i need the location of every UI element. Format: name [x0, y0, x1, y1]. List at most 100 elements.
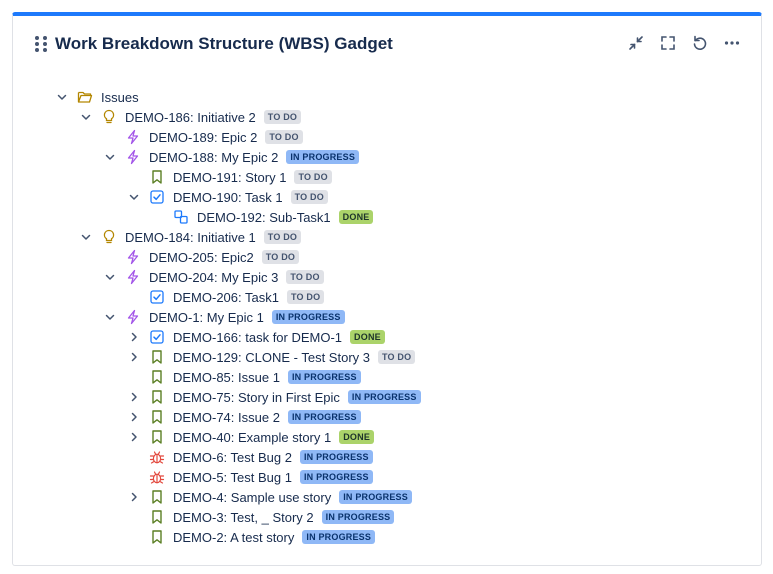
- status-badge: IN PROGRESS: [339, 490, 412, 504]
- status-badge: TO DO: [378, 350, 416, 364]
- story-icon: [149, 369, 165, 385]
- tree-item-label[interactable]: DEMO-184: Initiative 1: [125, 230, 256, 245]
- status-badge: IN PROGRESS: [302, 530, 376, 544]
- tree-row[interactable]: DEMO-3: Test, _ Story 2 IN PROGRESS: [127, 507, 395, 527]
- story-icon: [149, 409, 165, 425]
- task-icon: [149, 189, 165, 205]
- tree-item-label[interactable]: DEMO-190: Task 1: [173, 190, 283, 205]
- tree-row[interactable]: DEMO-75: Story in First Epic IN PROGRESS: [127, 387, 421, 407]
- tree-item-label[interactable]: DEMO-40: Example story 1: [173, 430, 331, 445]
- epic-icon: [125, 149, 141, 165]
- tree-row[interactable]: DEMO-188: My Epic 2 IN PROGRESS: [103, 147, 360, 167]
- status-badge: DONE: [338, 210, 374, 224]
- tree-row[interactable]: DEMO-192: Sub-Task1 DONE: [151, 207, 374, 227]
- tree-row[interactable]: DEMO-74: Issue 2 IN PROGRESS: [127, 407, 361, 427]
- chevron-right-icon[interactable]: [127, 390, 141, 404]
- status-badge: TO DO: [261, 250, 300, 264]
- status-badge: IN PROGRESS: [271, 310, 345, 324]
- tree-row[interactable]: DEMO-205: Epic2 TO DO: [103, 247, 300, 267]
- chevron-down-icon[interactable]: [103, 150, 117, 164]
- status-badge: IN PROGRESS: [299, 470, 373, 484]
- tree-item-label[interactable]: DEMO-4: Sample use story: [173, 490, 331, 505]
- chevron-down-icon[interactable]: [103, 310, 117, 324]
- status-badge: TO DO: [286, 270, 324, 284]
- tree-row[interactable]: DEMO-1: My Epic 1 IN PROGRESS: [103, 307, 345, 327]
- tree-item-label[interactable]: DEMO-206: Task1: [173, 290, 279, 305]
- tree-item-label[interactable]: DEMO-204: My Epic 3: [149, 270, 278, 285]
- chevron-right-icon[interactable]: [127, 490, 141, 504]
- minimize-icon[interactable]: [625, 32, 647, 54]
- story-icon: [149, 529, 165, 545]
- status-badge: TO DO: [265, 130, 303, 144]
- status-badge: IN PROGRESS: [287, 410, 361, 424]
- tree-row[interactable]: DEMO-40: Example story 1 DONE: [127, 427, 375, 447]
- chevron-down-icon[interactable]: [103, 270, 117, 284]
- tree-item-label[interactable]: DEMO-188: My Epic 2: [149, 150, 278, 165]
- chevron-right-icon[interactable]: [127, 330, 141, 344]
- chevron-right-icon[interactable]: [127, 430, 141, 444]
- tree-item-label[interactable]: DEMO-6: Test Bug 2: [173, 450, 292, 465]
- status-badge: TO DO: [263, 110, 302, 124]
- initiative-icon: [101, 229, 117, 245]
- tree-item-label[interactable]: DEMO-129: CLONE - Test Story 3: [173, 350, 370, 365]
- chevron-down-icon[interactable]: [79, 230, 93, 244]
- tree-item-label[interactable]: DEMO-74: Issue 2: [173, 410, 280, 425]
- status-badge: TO DO: [286, 290, 325, 304]
- tree-row[interactable]: DEMO-206: Task1 TO DO: [127, 287, 325, 307]
- chevron-down-icon[interactable]: [127, 190, 141, 204]
- tree-item-label[interactable]: DEMO-5: Test Bug 1: [173, 470, 292, 485]
- task-icon: [149, 329, 165, 345]
- tree-row[interactable]: DEMO-166: task for DEMO-1 DONE: [127, 327, 385, 347]
- story-icon: [149, 509, 165, 525]
- story-icon: [149, 429, 165, 445]
- wbs-gadget: Work Breakdown Structure (WBS) Gadget Is…: [12, 12, 762, 566]
- subtask-icon: [173, 209, 189, 225]
- tree-item-label[interactable]: DEMO-189: Epic 2: [149, 130, 257, 145]
- epic-icon: [125, 309, 141, 325]
- tree-row[interactable]: DEMO-189: Epic 2 TO DO: [103, 127, 303, 147]
- bug-icon: [149, 469, 165, 485]
- tree-item-label[interactable]: DEMO-166: task for DEMO-1: [173, 330, 342, 345]
- tree-row[interactable]: DEMO-6: Test Bug 2 IN PROGRESS: [127, 447, 373, 467]
- refresh-icon[interactable]: [689, 32, 711, 54]
- bug-icon: [149, 449, 165, 465]
- tree-item-label[interactable]: DEMO-2: A test story: [173, 530, 294, 545]
- tree-item-label[interactable]: DEMO-85: Issue 1: [173, 370, 280, 385]
- tree-row[interactable]: DEMO-191: Story 1 TO DO: [127, 167, 332, 187]
- status-badge: IN PROGRESS: [299, 450, 373, 464]
- tree-item-label[interactable]: DEMO-191: Story 1: [173, 170, 286, 185]
- tree-item-label[interactable]: DEMO-186: Initiative 2: [125, 110, 256, 125]
- tree-item-label[interactable]: DEMO-192: Sub-Task1: [197, 210, 331, 225]
- status-badge: DONE: [350, 330, 385, 344]
- status-badge: IN PROGRESS: [347, 390, 421, 404]
- tree-row[interactable]: DEMO-5: Test Bug 1 IN PROGRESS: [127, 467, 373, 487]
- tree-row[interactable]: DEMO-184: Initiative 1 TO DO: [79, 227, 302, 247]
- status-badge: TO DO: [263, 230, 302, 244]
- fullscreen-icon[interactable]: [657, 32, 679, 54]
- tree-row[interactable]: Issues: [55, 87, 139, 107]
- epic-icon: [125, 269, 141, 285]
- tree-item-label[interactable]: DEMO-3: Test, _ Story 2: [173, 510, 314, 525]
- tree-item-label[interactable]: DEMO-1: My Epic 1: [149, 310, 264, 325]
- task-icon: [149, 289, 165, 305]
- tree-item-label[interactable]: DEMO-75: Story in First Epic: [173, 390, 340, 405]
- chevron-down-icon[interactable]: [79, 110, 93, 124]
- tree-row[interactable]: DEMO-129: CLONE - Test Story 3 TO DO: [127, 347, 416, 367]
- tree-row[interactable]: DEMO-204: My Epic 3 TO DO: [103, 267, 324, 287]
- status-badge: IN PROGRESS: [287, 370, 361, 384]
- tree-row[interactable]: DEMO-190: Task 1 TO DO: [127, 187, 328, 207]
- chevron-right-icon[interactable]: [127, 410, 141, 424]
- more-icon[interactable]: [721, 32, 743, 54]
- status-badge: TO DO: [290, 190, 328, 204]
- chevron-down-icon[interactable]: [55, 90, 69, 104]
- tree-row[interactable]: DEMO-186: Initiative 2 TO DO: [79, 107, 302, 127]
- tree-row[interactable]: DEMO-2: A test story IN PROGRESS: [127, 527, 376, 547]
- tree-row[interactable]: DEMO-4: Sample use story IN PROGRESS: [127, 487, 412, 507]
- chevron-right-icon[interactable]: [127, 350, 141, 364]
- tree-item-label[interactable]: Issues: [101, 90, 139, 105]
- tree-row[interactable]: DEMO-85: Issue 1 IN PROGRESS: [127, 367, 361, 387]
- tree-item-label[interactable]: DEMO-205: Epic2: [149, 250, 254, 265]
- story-icon: [149, 349, 165, 365]
- story-icon: [149, 389, 165, 405]
- drag-handle-icon[interactable]: [35, 36, 47, 52]
